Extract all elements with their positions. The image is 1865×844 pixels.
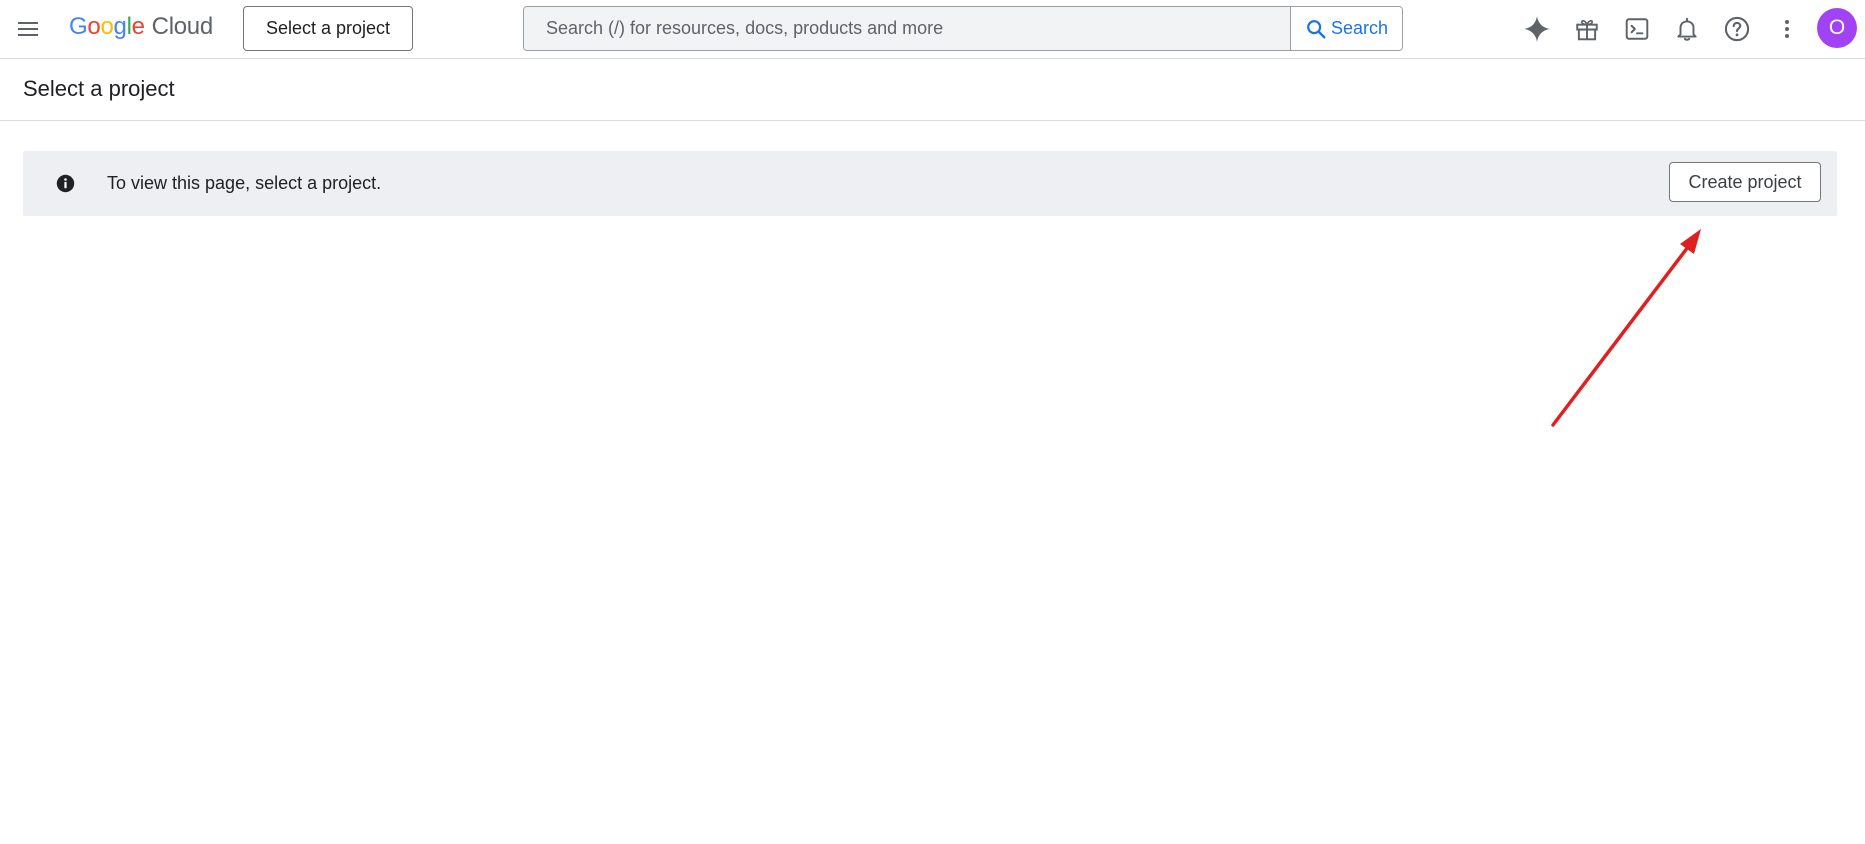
help-button[interactable] xyxy=(1717,9,1757,49)
cloud-shell-button[interactable] xyxy=(1617,9,1657,49)
account-avatar[interactable]: O xyxy=(1817,8,1857,48)
free-trial-button[interactable] xyxy=(1567,9,1607,49)
create-project-button[interactable]: Create project xyxy=(1669,162,1821,202)
gemini-button[interactable] xyxy=(1517,9,1557,49)
cloud-shell-icon xyxy=(1625,18,1649,40)
search-button[interactable]: Search xyxy=(1290,7,1402,50)
top-bar: Google Cloud Select a project Search (/)… xyxy=(0,0,1865,59)
help-icon xyxy=(1724,16,1750,42)
more-options-button[interactable] xyxy=(1767,9,1807,49)
search-input[interactable] xyxy=(524,7,1290,50)
notifications-button[interactable] xyxy=(1667,9,1707,49)
google-cloud-logo[interactable]: Google Cloud xyxy=(69,13,213,43)
main-menu-button[interactable] xyxy=(10,11,46,47)
gift-icon xyxy=(1576,19,1598,41)
gemini-icon xyxy=(1524,16,1550,42)
info-banner: To view this page, select a project. Cre… xyxy=(23,151,1837,216)
project-picker-button[interactable]: Select a project xyxy=(243,6,413,51)
logo-product-name: Cloud xyxy=(151,13,214,40)
annotation-arrow xyxy=(1551,229,1701,427)
search-icon xyxy=(1307,19,1326,38)
notifications-icon xyxy=(1677,17,1697,41)
search-bar: Search xyxy=(523,6,1403,51)
info-icon xyxy=(56,174,75,193)
page-title: Select a project xyxy=(23,76,175,101)
page-header: Select a project xyxy=(0,59,1865,121)
hamburger-menu-icon xyxy=(18,22,38,36)
more-vert-icon xyxy=(1785,20,1789,38)
search-button-label: Search xyxy=(1330,18,1389,38)
banner-message: To view this page, select a project. xyxy=(107,173,382,193)
